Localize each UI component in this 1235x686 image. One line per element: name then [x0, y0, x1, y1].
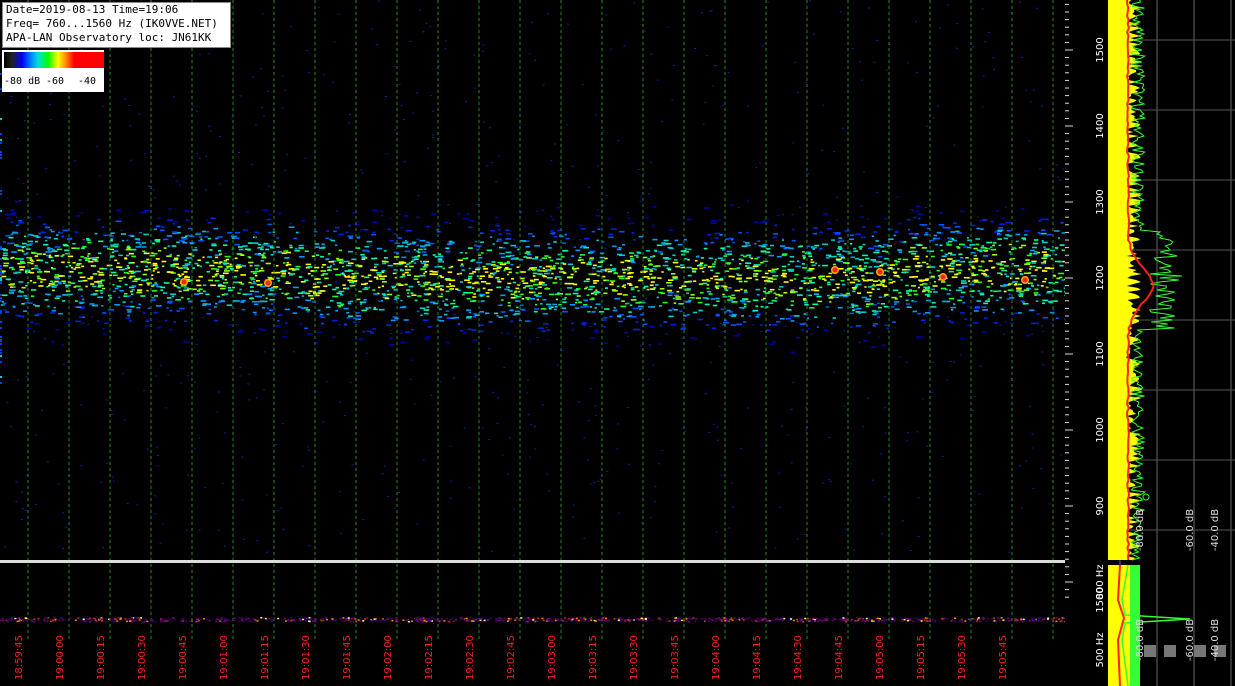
freq-tick-label: 1200: [1095, 265, 1106, 290]
db-tick-label: -80.0 dB: [1135, 619, 1146, 661]
freq-tick-label: 900: [1095, 496, 1106, 515]
time-tick-label: 19:01:00: [219, 635, 230, 680]
time-tick-label: 19:02:15: [424, 635, 435, 680]
time-tick-label: 19:04:00: [711, 635, 722, 680]
observatory-line: APA-LAN Observatory loc: JN61KK: [6, 31, 212, 44]
spectrogram-window: 18:59:45 19:00:00 19:00:15 19:00:30 19:00:45…: [0, 0, 1235, 686]
time-tick-label: 19:03:45: [670, 635, 681, 680]
db-tick-label: -40.0 dB: [1210, 619, 1221, 661]
time-tick-label: 19:01:45: [342, 635, 353, 680]
time-tick-label: 19:05:45: [998, 635, 1009, 680]
legend-label-mid: -60: [46, 76, 65, 87]
legend-label-max: -40: [78, 76, 97, 87]
time-tick-label: 19:00:00: [55, 635, 66, 680]
time-tick-label: 19:05:30: [957, 635, 968, 680]
freq-tick-label: 1400: [1095, 113, 1106, 138]
frequency-line: Freq= 760...1560 Hz (IK0VVE.NET): [6, 17, 218, 30]
db-tick-label: -40.0 dB: [1210, 509, 1221, 551]
time-tick-label: 19:04:45: [834, 635, 845, 680]
spectrogram-canvas: 18:59:45 19:00:00 19:00:15 19:00:30 19:00:45…: [0, 0, 1235, 686]
freq-tick-label: 1100: [1095, 341, 1106, 366]
time-tick-label: 19:01:15: [260, 635, 271, 680]
time-tick-label: 19:02:00: [383, 635, 394, 680]
info-box: Date=2019-08-13 Time=19:06 Freq= 760...1…: [2, 2, 231, 48]
time-tick-label: 19:03:15: [588, 635, 599, 680]
time-tick-label: 19:05:15: [916, 635, 927, 680]
time-tick-label: 19:04:30: [793, 635, 804, 680]
freq-tick-label: 1000: [1095, 417, 1106, 442]
bottom-freq-tick-label: 1500: [1095, 587, 1106, 612]
db-tick-label: -80.0 dB: [1135, 509, 1146, 551]
panel-divider: [0, 560, 1065, 563]
time-tick-label: 19:01:30: [301, 635, 312, 680]
date-time-line: Date=2019-08-13 Time=19:06: [6, 3, 179, 16]
legend-label-min: -80 dB: [4, 76, 41, 87]
freq-tick-label: 1300: [1095, 189, 1106, 214]
color-scale-legend: -80 dB -60 -40: [2, 50, 104, 92]
time-tick-label: 19:02:45: [506, 635, 517, 680]
time-tick-label: 19:00:30: [137, 635, 148, 680]
time-tick-label: 18:59:45: [14, 635, 25, 680]
color-scale-bar: [4, 52, 104, 68]
db-tick-label: -60.0 dB: [1185, 509, 1196, 551]
time-tick-label: 19:00:45: [178, 635, 189, 680]
time-tick-label: 19:02:30: [465, 635, 476, 680]
time-tick-label: 19:03:30: [629, 635, 640, 680]
time-tick-label: 19:04:15: [752, 635, 763, 680]
time-tick-label: 19:03:00: [547, 635, 558, 680]
freq-tick-label: 1500: [1095, 37, 1106, 62]
bottom-freq-tick-label: 500 Hz: [1095, 632, 1106, 667]
db-tick-label: -60.0 dB: [1185, 619, 1196, 661]
time-tick-label: 19:05:00: [875, 635, 886, 680]
time-tick-label: 19:00:15: [96, 635, 107, 680]
